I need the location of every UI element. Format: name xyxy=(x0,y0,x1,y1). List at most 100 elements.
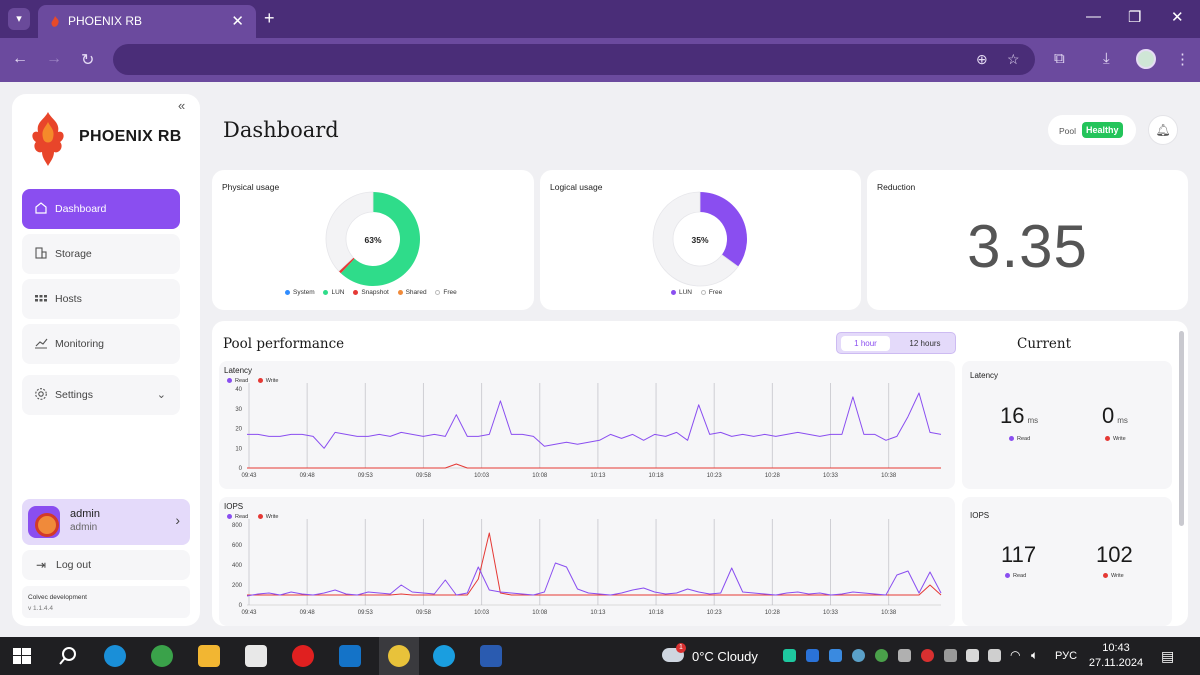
extensions-icon[interactable]: ⧉ xyxy=(1054,50,1065,67)
x-tick-label: 10:28 xyxy=(765,610,781,616)
version-number: v 1.1.4.4 xyxy=(28,605,53,612)
collapse-sidebar-icon[interactable]: « xyxy=(178,98,185,113)
chrome-icon[interactable] xyxy=(388,645,410,667)
bookmark-star-icon[interactable]: ☆ xyxy=(1007,51,1020,68)
donut-slice-free xyxy=(325,191,374,272)
chevron-down-icon[interactable]: ⌄ xyxy=(157,388,166,401)
latency-plot: 09:43 09:48 09:53 09:58 10:03 10:08 10:13 10:18… xyxy=(235,383,942,479)
current-iops-write: 102 xyxy=(1096,542,1133,567)
outlook-icon[interactable] xyxy=(339,645,361,667)
tray-printer-icon[interactable] xyxy=(898,649,911,662)
tray-globe-icon[interactable] xyxy=(852,649,865,662)
y-tick-label: 0 xyxy=(239,466,243,472)
maximize-button[interactable]: ❐ xyxy=(1128,8,1141,26)
physical-usage-card: Physical usage 63% System LUN Snapshot S… xyxy=(212,170,534,310)
sidebar-item-dashboard[interactable]: Dashboard xyxy=(22,189,180,229)
battery-icon[interactable] xyxy=(988,649,1001,662)
page-title: Dashboard xyxy=(223,118,339,142)
user-name: admin xyxy=(70,508,100,520)
series-line-write xyxy=(247,463,941,469)
iops-chart: IOPS Read Write 09:43 09:48 09:53 09:58 10:0… xyxy=(219,497,955,626)
address-bar[interactable] xyxy=(113,44,1035,75)
x-tick-label: 10:18 xyxy=(649,473,665,479)
legend-label: Shared xyxy=(405,289,427,296)
download-icon[interactable]: ⤓ xyxy=(1103,50,1110,67)
browser-tab[interactable]: PHOENIX RB ✕ xyxy=(38,5,256,38)
x-tick-label: 09:58 xyxy=(416,610,432,616)
home-icon xyxy=(35,202,47,214)
legend-dot xyxy=(285,289,290,295)
org-name: Colvec development xyxy=(28,594,87,601)
sidebar-item-hosts[interactable]: Hosts xyxy=(22,279,180,319)
volume-icon[interactable]: 🔈︎ xyxy=(1031,648,1038,663)
sidebar-item-storage[interactable]: Storage xyxy=(22,234,180,274)
bell-icon[interactable]: 🔔︎ xyxy=(1148,115,1178,145)
profile-avatar[interactable] xyxy=(1136,49,1156,69)
sidebar: « PHOENIX RB Dashboard Storage Hosts Mon… xyxy=(12,94,200,626)
scrollbar[interactable] xyxy=(1179,331,1184,526)
tray-stop-icon[interactable] xyxy=(921,649,934,662)
skype-icon[interactable] xyxy=(433,645,455,667)
file-explorer-icon[interactable] xyxy=(198,645,220,667)
tray-info-icon[interactable] xyxy=(806,649,819,662)
tray-app-icon[interactable] xyxy=(783,649,796,662)
globe-icon[interactable] xyxy=(151,645,173,667)
back-arrow-icon[interactable]: ← xyxy=(12,50,28,68)
card-title: Physical usage xyxy=(222,182,280,192)
y-tick-label: 200 xyxy=(232,583,243,589)
tray-shield-icon[interactable] xyxy=(875,649,888,662)
language-indicator[interactable]: РУС xyxy=(1055,650,1077,662)
logical-usage-card: Logical usage 35% LUN Free xyxy=(540,170,861,310)
user-card[interactable]: admin admin › xyxy=(22,499,190,545)
grid-icon xyxy=(35,295,47,302)
wifi-icon[interactable]: ◠ xyxy=(1010,648,1020,662)
reduction-value: 3.35 xyxy=(967,213,1088,280)
donut-percent-label: 35% xyxy=(691,235,708,245)
iops-plot: 09:43 09:48 09:53 09:58 10:03 10:08 10:13 10:18… xyxy=(232,519,942,616)
minimize-button[interactable]: — xyxy=(1086,8,1101,25)
opera-icon[interactable] xyxy=(292,645,314,667)
zoom-icon[interactable]: ⊕ xyxy=(976,51,988,68)
series-line-read xyxy=(247,392,942,449)
weather-text[interactable]: 0°C Cloudy xyxy=(692,649,758,664)
sidebar-item-label: Dashboard xyxy=(55,203,107,215)
avatar xyxy=(28,506,60,538)
forward-arrow-icon[interactable]: → xyxy=(46,50,62,68)
edge-icon[interactable] xyxy=(104,645,126,667)
tab-search-button[interactable]: ▾ xyxy=(8,8,30,30)
browser-toolbar: ← → ↻ ⊕ ☆ ⧉ ⤓ ⋮ xyxy=(0,38,1200,82)
search-icon[interactable] xyxy=(57,645,79,667)
x-tick-label: 10:18 xyxy=(649,610,665,616)
tab-close-icon[interactable]: ✕ xyxy=(231,12,244,30)
store-icon[interactable] xyxy=(245,645,267,667)
range-option-1-hour[interactable]: 1 hour xyxy=(841,336,890,351)
tab-title: PHOENIX RB xyxy=(68,14,143,28)
weather-badge: 1 xyxy=(676,643,686,653)
notifications-icon[interactable]: ▤ xyxy=(1161,648,1174,665)
word-icon[interactable] xyxy=(480,645,502,667)
reload-icon[interactable]: ↻ xyxy=(81,50,94,70)
legend-dot xyxy=(397,289,403,295)
clock[interactable]: 10:43 27.11.2024 xyxy=(1088,641,1144,671)
windows-start-icon[interactable] xyxy=(11,645,33,667)
current-iops-title: IOPS xyxy=(970,511,990,520)
tray-device-icon[interactable] xyxy=(944,649,957,662)
tray-window-icon[interactable] xyxy=(966,649,979,662)
x-tick-label: 10:03 xyxy=(474,610,490,616)
legend-dot xyxy=(700,289,706,295)
menu-kebab-icon[interactable]: ⋮ xyxy=(1175,50,1190,68)
new-tab-button[interactable]: + xyxy=(264,8,275,29)
sidebar-item-settings[interactable]: Settings ⌄ xyxy=(22,375,180,415)
current-latency-title: Latency xyxy=(970,371,999,380)
range-option-12-hours[interactable]: 12 hours xyxy=(897,336,953,351)
chevron-right-icon[interactable]: › xyxy=(175,512,180,528)
y-tick-label: 800 xyxy=(232,523,243,529)
reduction-card: Reduction 3.35 xyxy=(867,170,1188,310)
sidebar-item-monitoring[interactable]: Monitoring xyxy=(22,324,180,364)
current-iops-read: 117 xyxy=(1001,542,1037,567)
tray-dropbox-icon[interactable] xyxy=(829,649,842,662)
brand-name: PHOENIX RB xyxy=(79,128,182,145)
logout-button[interactable]: ⇥ Log out xyxy=(22,550,190,580)
legend-label: System xyxy=(293,289,315,296)
close-window-button[interactable]: ✕ xyxy=(1171,8,1184,26)
